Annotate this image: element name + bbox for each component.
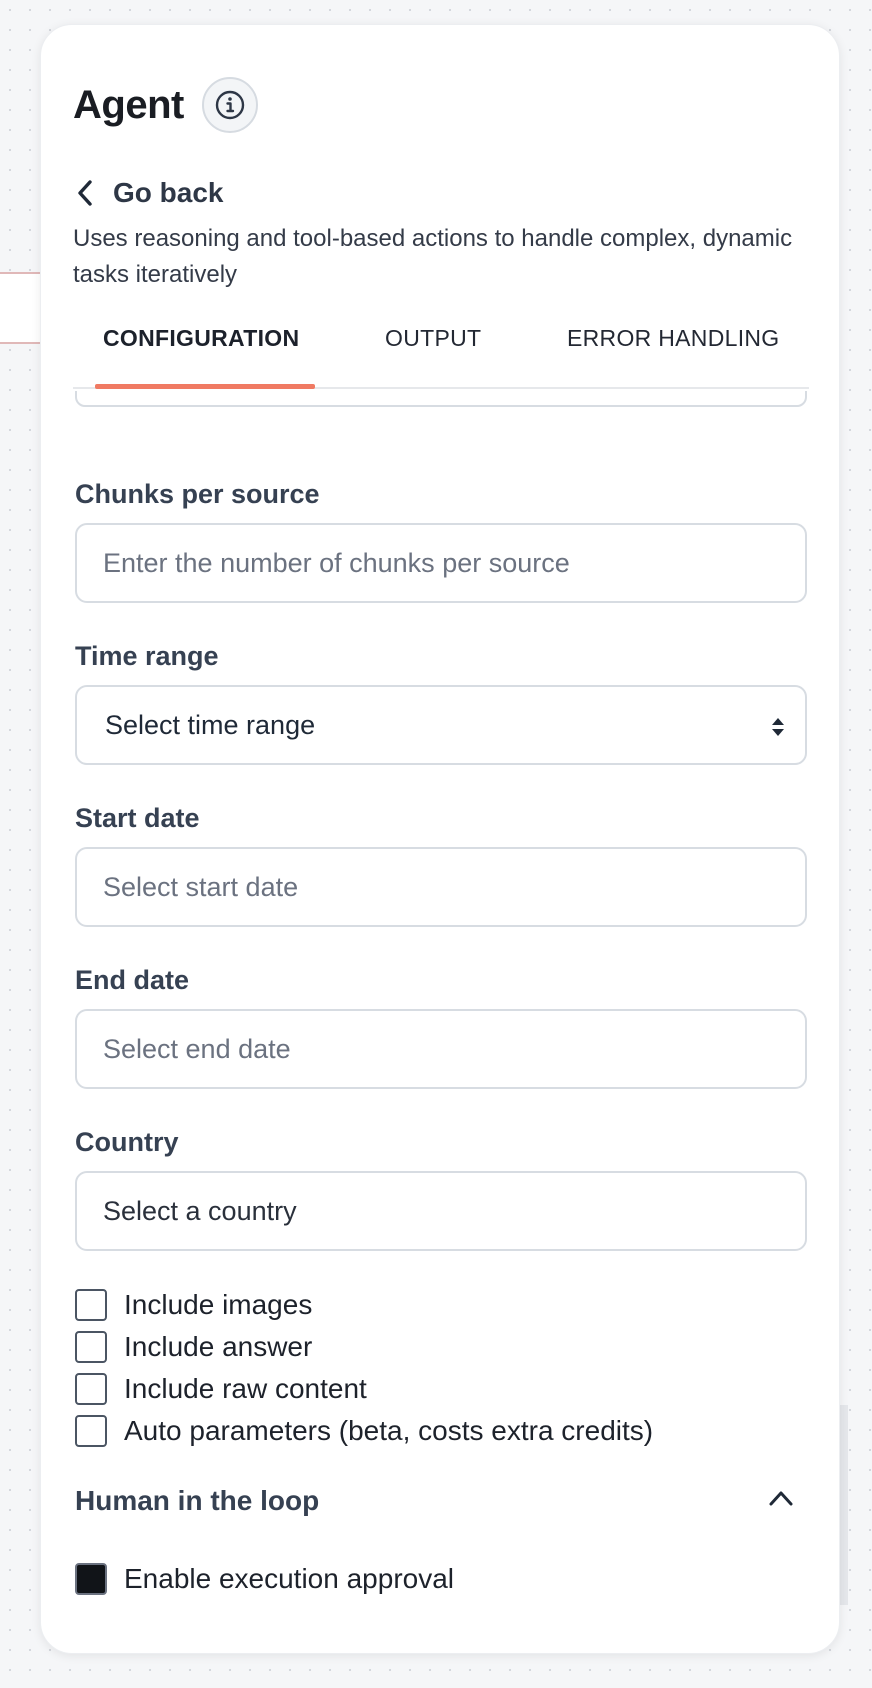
- panel-title: Agent: [73, 82, 184, 127]
- info-button[interactable]: [201, 77, 258, 133]
- time-range-value: Select time range: [105, 709, 316, 740]
- go-back-label: Go back: [113, 177, 224, 208]
- auto-parameters-option[interactable]: Auto parameters (beta, costs extra credi…: [75, 1415, 653, 1447]
- start-date-label: Start date: [75, 803, 200, 833]
- auto-parameters-checkbox[interactable]: [75, 1415, 107, 1447]
- time-range-select[interactable]: Select time range: [75, 685, 807, 765]
- end-date-label: End date: [75, 965, 190, 995]
- execution-approval-option[interactable]: Enable execution approval: [75, 1563, 454, 1595]
- end-date-input[interactable]: Select end date: [75, 1009, 807, 1089]
- tab-output[interactable]: OUTPUT: [385, 325, 481, 352]
- include-images-checkbox[interactable]: [75, 1289, 107, 1321]
- auto-parameters-label: Auto parameters (beta, costs extra credi…: [124, 1415, 654, 1446]
- execution-approval-label: Enable execution approval: [124, 1563, 455, 1594]
- chunks-label: Chunks per source: [75, 479, 320, 509]
- chevron-left-icon: [78, 180, 92, 206]
- include-images-label: Include images: [124, 1289, 313, 1320]
- go-back-link[interactable]: Go back: [75, 177, 223, 209]
- time-range-label: Time range: [75, 641, 219, 671]
- tab-bar: CONFIGURATION OUTPUT ERROR HANDLING: [73, 321, 809, 389]
- tab-error-handling[interactable]: ERROR HANDLING: [567, 325, 780, 352]
- tab-configuration[interactable]: CONFIGURATION: [103, 325, 299, 352]
- configuration-form[interactable]: Chunks per source Enter the number of ch…: [41, 391, 839, 1653]
- agent-config-panel: Agent Go back Uses reasoning and tool-ba…: [40, 24, 840, 1654]
- include-images-option[interactable]: Include images: [75, 1289, 312, 1321]
- country-select[interactable]: Select a country: [75, 1171, 807, 1251]
- include-raw-content-label: Include raw content: [124, 1373, 367, 1404]
- canvas-node-edge: [0, 272, 42, 344]
- partial-input-above[interactable]: [75, 391, 807, 407]
- human-in-loop-title[interactable]: Human in the loop: [75, 1485, 319, 1517]
- sort-icon: [772, 718, 784, 736]
- panel-header: Agent: [73, 77, 258, 133]
- chunks-input[interactable]: Enter the number of chunks per source: [75, 523, 807, 603]
- include-answer-checkbox[interactable]: [75, 1331, 107, 1363]
- chevron-up-icon[interactable]: [768, 1489, 794, 1507]
- include-answer-label: Include answer: [124, 1331, 313, 1362]
- country-label: Country: [75, 1127, 179, 1157]
- include-raw-content-checkbox[interactable]: [75, 1373, 107, 1405]
- start-date-input[interactable]: Select start date: [75, 847, 807, 927]
- include-raw-content-option[interactable]: Include raw content: [75, 1373, 367, 1405]
- execution-approval-checkbox[interactable]: [75, 1563, 107, 1595]
- info-icon: [215, 90, 245, 120]
- active-tab-indicator: [95, 384, 315, 389]
- include-answer-option[interactable]: Include answer: [75, 1331, 312, 1363]
- agent-description: Uses reasoning and tool-based actions to…: [73, 225, 793, 288]
